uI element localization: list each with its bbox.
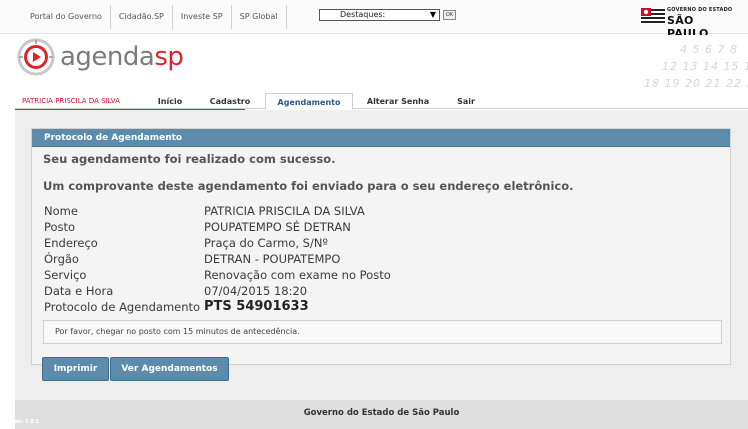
tab-inicio[interactable]: Início [143, 93, 197, 109]
agendasp-logo[interactable]: agendasp [60, 42, 184, 72]
success-message: Seu agendamento foi realizado com sucess… [43, 152, 336, 166]
detail-label-posto: Posto [44, 220, 76, 234]
governo-sp-logo[interactable]: GOVERNO DO ESTADO SÃO PAULO [641, 6, 733, 40]
print-button[interactable]: Imprimir [42, 357, 109, 381]
main-nav: PATRICIA PRISCILA DA SILVA Início Cadast… [15, 93, 748, 110]
tab-alterar-senha[interactable]: Alterar Senha [360, 93, 436, 109]
ok-button[interactable]: OK [443, 10, 456, 20]
calendar-decoration: 4 5 6 7 8 12 13 14 15 16 18 19 20 21 22 … [600, 39, 748, 91]
logo-text-agenda: agenda [60, 42, 155, 72]
detail-label-orgao: Órgão [44, 252, 79, 266]
sp-flag-icon [641, 8, 665, 24]
sp-global-link[interactable]: SP Global [230, 5, 286, 29]
portal-do-governo-link[interactable]: Portal do Governo [22, 5, 110, 29]
gov-logo-small-text: GOVERNO DO ESTADO [667, 7, 733, 13]
detail-label-nome: Nome [44, 204, 78, 218]
links-divider [285, 5, 287, 29]
calendar-row: 12 13 14 15 16 [662, 60, 748, 73]
detail-value-nome: PATRICIA PRISCILA DA SILVA [204, 204, 365, 218]
detail-label-data-hora: Data e Hora [44, 284, 114, 298]
destaques-select-value: Destaques: [340, 10, 386, 19]
view-appointments-button[interactable]: Ver Agendamentos [110, 357, 229, 381]
detail-value-data-hora: 07/04/2015 18:20 [204, 284, 308, 298]
protocol-panel: Protocolo de Agendamento Seu agendamento… [31, 128, 731, 365]
government-links: Portal do Governo Cidadão.SP Investe SP … [22, 5, 287, 29]
calendar-row: 4 5 6 7 8 [680, 43, 738, 56]
email-message: Um comprovante deste agendamento foi env… [43, 179, 574, 193]
detail-value-orgao: DETRAN - POUPATEMPO [204, 252, 341, 266]
panel-title: Protocolo de Agendamento [32, 129, 730, 147]
cidadao-sp-link[interactable]: Cidadão.SP [109, 5, 172, 29]
government-top-bar: Portal do Governo Cidadão.SP Investe SP … [0, 0, 748, 40]
arrival-note: Por favor, chegar no posto com 15 minuto… [43, 320, 722, 344]
detail-value-posto: POUPATEMPO SÉ DETRAN [204, 220, 351, 234]
tab-agendamento[interactable]: Agendamento [265, 93, 353, 110]
destaques-select[interactable]: Destaques: ▼ [319, 9, 440, 21]
detail-value-endereco: Praça do Carmo, S/Nº [204, 236, 328, 250]
detail-value-servico: Renovação com exame no Posto [204, 268, 391, 282]
tab-sair[interactable]: Sair [446, 93, 486, 109]
agendasp-clock-icon[interactable] [17, 38, 55, 76]
version-label: Versão: 1.8.1 [2, 419, 40, 425]
footer: Governo do Estado de São Paulo [15, 400, 748, 429]
detail-value-protocolo: PTS 54901633 [204, 299, 309, 314]
detail-label-servico: Serviço [44, 268, 87, 282]
logo-text-sp: sp [154, 42, 184, 72]
logged-user-name: PATRICIA PRISCILA DA SILVA [22, 97, 120, 105]
investe-sp-link[interactable]: Investe SP [171, 5, 231, 29]
detail-label-endereco: Endereço [44, 236, 98, 250]
tab-cadastro[interactable]: Cadastro [201, 93, 259, 109]
detail-label-protocolo: Protocolo de Agendamento [44, 300, 201, 314]
chevron-down-icon: ▼ [429, 10, 436, 19]
footer-text: Governo do Estado de São Paulo [303, 408, 460, 418]
site-header: agendasp 4 5 6 7 8 12 13 14 15 16 18 19 … [0, 35, 748, 91]
calendar-row: 18 19 20 21 22 23 [644, 77, 748, 90]
